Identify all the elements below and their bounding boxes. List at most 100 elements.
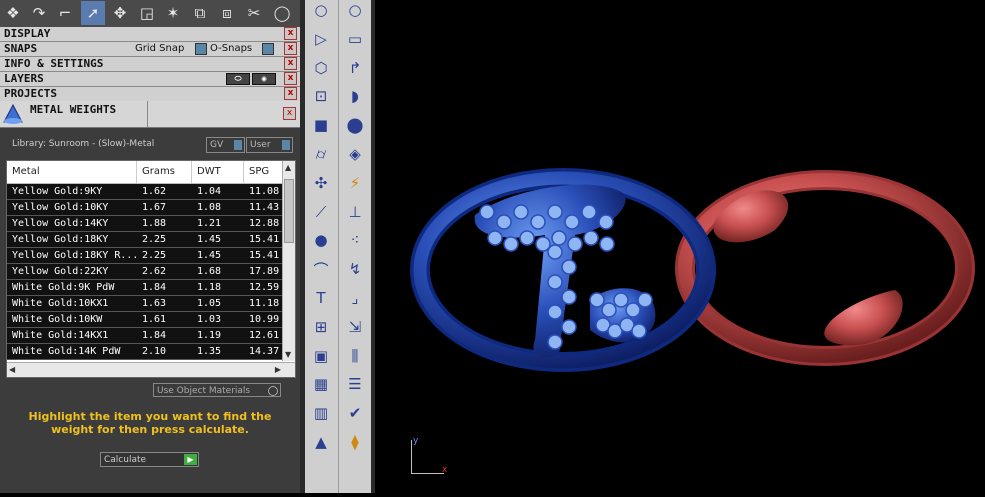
user-toggle[interactable]: User — [246, 137, 293, 153]
close-icon[interactable]: x — [284, 87, 297, 100]
projects-panel-header[interactable]: PROJECTS x — [0, 87, 300, 102]
circle-icon[interactable]: ◯ — [270, 1, 294, 25]
table-row[interactable]: Yellow Gold:14KY 1.88 1.21 12.88 — [7, 216, 283, 232]
export-icon[interactable]: ⇲ — [343, 315, 367, 339]
table-row[interactable]: White Gold:14KX1 1.84 1.19 12.61 — [7, 328, 283, 344]
close-icon[interactable]: x — [284, 27, 297, 40]
pins-icon[interactable]: ⫼ — [343, 344, 367, 368]
scissors-icon[interactable]: ✂ — [242, 1, 266, 25]
close-icon[interactable]: x — [284, 72, 297, 85]
curve-icon[interactable]: ⌒ — [309, 257, 333, 281]
arc-icon[interactable]: ↱ — [343, 56, 367, 80]
circle-icon[interactable]: ○ — [343, 0, 367, 22]
gem — [530, 214, 546, 230]
spheres-icon[interactable]: ● — [309, 228, 333, 252]
column-header-grams[interactable]: Grams — [137, 161, 192, 183]
shapes-icon[interactable]: ▲ — [309, 430, 333, 454]
table-row[interactable]: Yellow Gold:22KY 2.62 1.68 17.89 — [7, 264, 283, 280]
display-panel-header[interactable]: DISPLAY x — [0, 27, 300, 42]
table-row[interactable]: White Gold:10KX1 1.63 1.05 11.18 — [7, 296, 283, 312]
scroll-up-icon[interactable]: ▲ — [285, 163, 291, 172]
close-icon[interactable]: x — [284, 57, 297, 70]
surface-icon[interactable]: ◈ — [343, 142, 367, 166]
modeling-toolbar: ○ ▷ ⬡ ⊡ ■ ⌭ ✣ ⟋ ● ⌒ T ⊞ ▣ ▦ ▥ ▲ ○ ▭ ↱ ◗ ⬤ ◈ ⚡ ⊥ ⁖ ↯ ⌟ ⇲ ⫼ ☰ ✔ ⧫ — [305, 0, 375, 493]
corner-path-icon[interactable]: ⌐ — [53, 1, 77, 25]
scroll-down-icon[interactable]: ▼ — [285, 350, 291, 359]
cylinder-icon[interactable]: ⌭ — [309, 142, 333, 166]
column-header-dwt[interactable]: DWT — [192, 161, 244, 183]
cubes-icon[interactable]: ❖ — [1, 1, 25, 25]
gem-icon[interactable]: ▥ — [309, 401, 333, 425]
table-row[interactable]: Yellow Gold:10KY 1.67 1.08 11.43 — [7, 200, 283, 216]
box-icon[interactable]: ▣ — [309, 344, 333, 368]
table-row[interactable]: Yellow Gold:18KY R... 2.25 1.45 15.41 — [7, 248, 283, 264]
grid-icon[interactable]: ▦ — [309, 372, 333, 396]
ring-model[interactable] — [375, 0, 985, 493]
cube-icon[interactable]: ■ — [309, 113, 333, 137]
o-snaps-toggle[interactable] — [262, 43, 274, 55]
use-object-materials-label: Use Object Materials — [157, 386, 251, 396]
cell-dwt: 1.45 — [197, 234, 222, 245]
3d-viewport[interactable]: y x — [375, 0, 985, 493]
dots-icon[interactable]: ⁖ — [343, 228, 367, 252]
sweep-icon[interactable]: ↯ — [343, 257, 367, 281]
sphere-blend-icon[interactable]: ⬤ — [343, 113, 367, 137]
close-icon[interactable]: x — [283, 107, 296, 120]
scroll-left-icon[interactable]: ◀ — [9, 365, 15, 374]
o-snaps-label: O-Snaps — [210, 43, 253, 54]
table-header: Metal Grams DWT SPG — [7, 161, 283, 184]
loft-icon[interactable]: ◗ — [343, 84, 367, 108]
spark-icon[interactable]: ✶ — [161, 1, 185, 25]
info-settings-label: INFO & SETTINGS — [4, 57, 104, 70]
table-row[interactable]: Yellow Gold:9KY 1.62 1.04 11.08 — [7, 184, 283, 200]
gv-toggle[interactable]: GV — [206, 137, 245, 153]
snaps-panel-header[interactable]: SNAPS Grid Snap O-Snaps x — [0, 42, 300, 57]
vertical-scrollbar[interactable]: ▲ ▼ — [282, 161, 295, 361]
gem — [547, 334, 563, 350]
profile-icon[interactable]: ⊥ — [343, 200, 367, 224]
rectangle-icon[interactable]: ▭ — [343, 27, 367, 51]
table-row[interactable]: White Gold:9K PdW 1.84 1.18 12.59 — [7, 280, 283, 296]
text-icon[interactable]: T — [309, 286, 333, 310]
cell-spg: 15.41 — [249, 234, 280, 245]
cell-grams: 1.61 — [142, 314, 167, 325]
array-icon[interactable]: ⊞ — [309, 315, 333, 339]
close-icon[interactable]: x — [284, 42, 297, 55]
horizontal-scrollbar[interactable]: ◀ ▶ — [7, 362, 295, 377]
move-icon[interactable]: ✥ — [108, 1, 132, 25]
puzzle-icon[interactable]: ✣ — [309, 171, 333, 195]
bucket-icon[interactable]: ⧫ — [343, 430, 367, 454]
table-row[interactable]: Yellow Gold:18KY 2.25 1.45 15.41 — [7, 232, 283, 248]
lightning-icon[interactable]: ⚡ — [343, 171, 367, 195]
table-row[interactable]: White Gold:14K PdW 2.10 1.35 14.37 — [7, 344, 283, 360]
stack-icon[interactable]: ☰ — [343, 372, 367, 396]
eye-icon[interactable]: ◉ — [252, 73, 276, 85]
scroll-right-icon[interactable]: ▶ — [275, 365, 281, 374]
gem — [561, 289, 577, 305]
link-icon[interactable]: ⧉ — [188, 1, 212, 25]
hexagon-icon[interactable]: ⬡ — [309, 56, 333, 80]
corner-icon[interactable]: ⌟ — [343, 286, 367, 310]
cell-spg: 12.61 — [249, 330, 280, 341]
column-header-spg[interactable]: SPG — [244, 161, 283, 183]
grid-snap-toggle[interactable] — [195, 43, 207, 55]
scroll-thumb[interactable] — [284, 179, 294, 243]
select-arrow-icon[interactable]: ➚ — [81, 1, 105, 25]
unlink-icon[interactable]: ⧈ — [215, 1, 239, 25]
scale-icon[interactable]: ◲ — [135, 1, 159, 25]
check-icon[interactable]: ✔ — [343, 401, 367, 425]
curve-arrow-icon[interactable]: ↷ — [27, 1, 51, 25]
lock-icon[interactable]: ⬭ — [226, 73, 250, 85]
use-object-materials-toggle[interactable]: Use Object Materials — [153, 383, 281, 397]
layers-panel-header[interactable]: LAYERS ⬭ ◉ x — [0, 72, 300, 87]
gem — [581, 204, 597, 220]
blade-icon[interactable]: ⟋ — [309, 200, 333, 224]
table-row[interactable]: White Gold:10KW 1.61 1.03 10.99 — [7, 312, 283, 328]
column-header-metal[interactable]: Metal — [7, 161, 137, 183]
gem — [598, 214, 614, 230]
square-points-icon[interactable]: ⊡ — [309, 84, 333, 108]
info-panel-header[interactable]: INFO & SETTINGS x — [0, 57, 300, 72]
calculate-button[interactable]: Calculate ▶ — [100, 452, 199, 467]
circle-icon[interactable]: ○ — [309, 0, 333, 22]
triangle-icon[interactable]: ▷ — [309, 27, 333, 51]
